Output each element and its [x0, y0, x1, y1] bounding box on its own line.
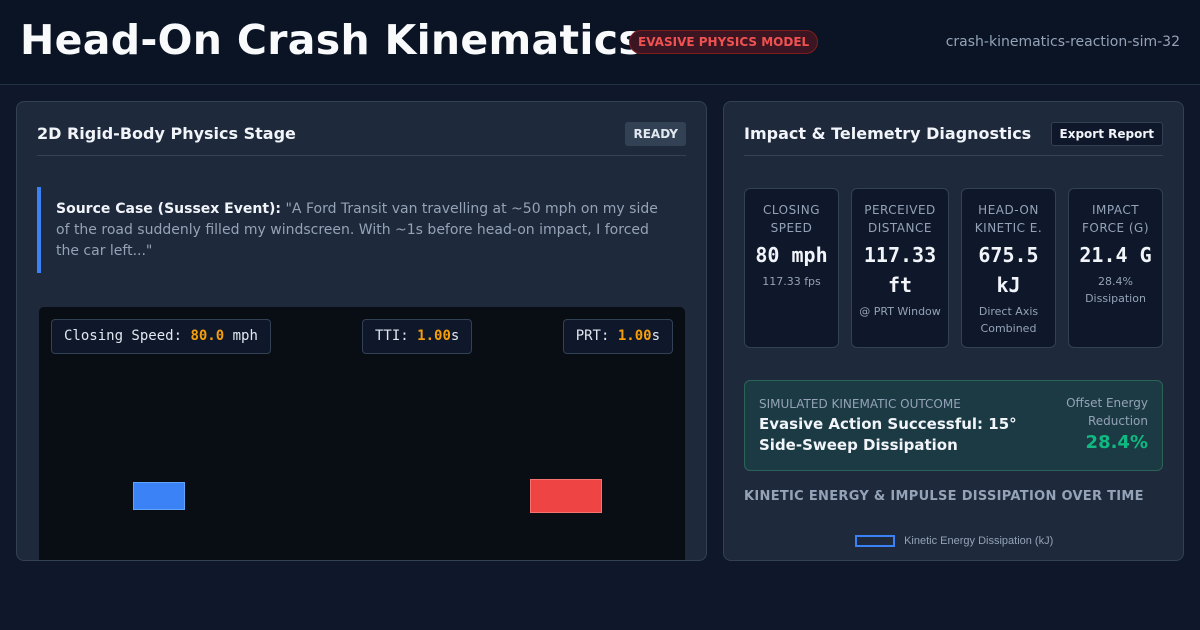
stat-card-closing-speed: CLOSING SPEED 80 mph 117.33 fps — [744, 188, 839, 348]
physics-canvas[interactable]: Closing Speed: 80.0 mph TTI: 1.00s PRT: … — [38, 306, 686, 560]
prt-unit: s — [651, 328, 660, 344]
stat-card-impact-force: IMPACT FORCE (G) 21.4 G 28.4% Dissipatio… — [1068, 188, 1163, 348]
stat-value: 117.33 ft — [863, 243, 937, 297]
legend-swatch — [855, 534, 895, 547]
prt-readout: PRT: 1.00s — [562, 319, 673, 354]
model-badge: EVASIVE PHYSICS MODEL — [629, 30, 819, 54]
tti-label: TTI: — [375, 328, 409, 344]
closing-speed-readout: Closing Speed: 80.0 mph — [51, 319, 271, 354]
stat-subtext: 117.33 fps — [762, 275, 821, 288]
stat-label: PERCEIVED DISTANCE — [864, 203, 936, 235]
prt-value: 1.00 — [617, 328, 652, 344]
chart-title: KINETIC ENERGY & IMPULSE DISSIPATION OVE… — [744, 489, 1144, 504]
stat-card-kinetic-energy: HEAD-ON KINETIC E. 675.5 kJ Direct Axis … — [961, 188, 1056, 348]
stat-subtext: 28.4% Dissipation — [1085, 275, 1146, 305]
panel-header: 2D Rigid-Body Physics Stage READY — [37, 122, 686, 156]
panel-title: Impact & Telemetry Diagnostics — [744, 124, 1032, 143]
stats-grid: CLOSING SPEED 80 mph 117.33 fps PERCEIVE… — [744, 188, 1163, 348]
tti-readout: TTI: 1.00s — [362, 319, 473, 354]
offset-energy-label: Offset Energy Reduction — [1066, 396, 1148, 428]
prt-label: PRT: — [575, 328, 610, 344]
player-car — [133, 482, 185, 510]
tti-value: 1.00 — [417, 328, 451, 344]
offset-energy-percent: 28.4% — [1085, 432, 1148, 453]
diagnostics-panel: Impact & Telemetry Diagnostics Export Re… — [723, 101, 1184, 561]
source-case-label: Source Case (Sussex Event): — [56, 201, 282, 217]
stat-value: 21.4 G — [1079, 243, 1152, 267]
oncoming-van — [530, 479, 602, 513]
closing-speed-label: Closing Speed: — [64, 328, 183, 344]
app-header: Head-On Crash Kinematics EVASIVE PHYSICS… — [0, 0, 1200, 85]
simulation-id: crash-kinematics-reaction-sim-32 — [945, 34, 1180, 50]
page-title: Head-On Crash Kinematics — [20, 16, 644, 64]
chart-legend[interactable]: Kinetic Energy Dissipation (kJ) — [855, 530, 1054, 547]
outcome-text: Evasive Action Successful: 15° Side-Swee… — [759, 415, 1017, 454]
stat-card-perceived-distance: PERCEIVED DISTANCE 117.33 ft @ PRT Windo… — [851, 188, 949, 348]
legend-label: Kinetic Energy Dissipation (kJ) — [904, 534, 1054, 547]
panel-header: Impact & Telemetry Diagnostics Export Re… — [744, 122, 1163, 156]
stat-subtext: @ PRT Window — [859, 305, 941, 318]
closing-speed-unit: mph — [232, 328, 258, 344]
status-badge: READY — [625, 122, 686, 146]
physics-stage-panel: 2D Rigid-Body Physics Stage READY Source… — [16, 101, 707, 561]
stat-label: HEAD-ON KINETIC E. — [974, 203, 1043, 235]
source-case-quote: Source Case (Sussex Event): "A Ford Tran… — [37, 187, 687, 273]
stat-value: 675.5 kJ — [978, 243, 1039, 297]
stat-label: CLOSING SPEED — [762, 203, 820, 235]
stat-subtext: Direct Axis Combined — [978, 305, 1039, 335]
stat-value: 80 mph — [755, 243, 828, 267]
outcome-card: SIMULATED KINEMATIC OUTCOME Evasive Acti… — [744, 380, 1163, 471]
closing-speed-value: 80.0 — [190, 328, 225, 344]
export-report-button[interactable]: Export Report — [1050, 122, 1163, 146]
tti-unit: s — [450, 328, 460, 344]
outcome-label: SIMULATED KINEMATIC OUTCOME — [759, 397, 961, 411]
panel-title: 2D Rigid-Body Physics Stage — [37, 124, 296, 143]
stat-label: IMPACT FORCE (G) — [1081, 203, 1150, 235]
